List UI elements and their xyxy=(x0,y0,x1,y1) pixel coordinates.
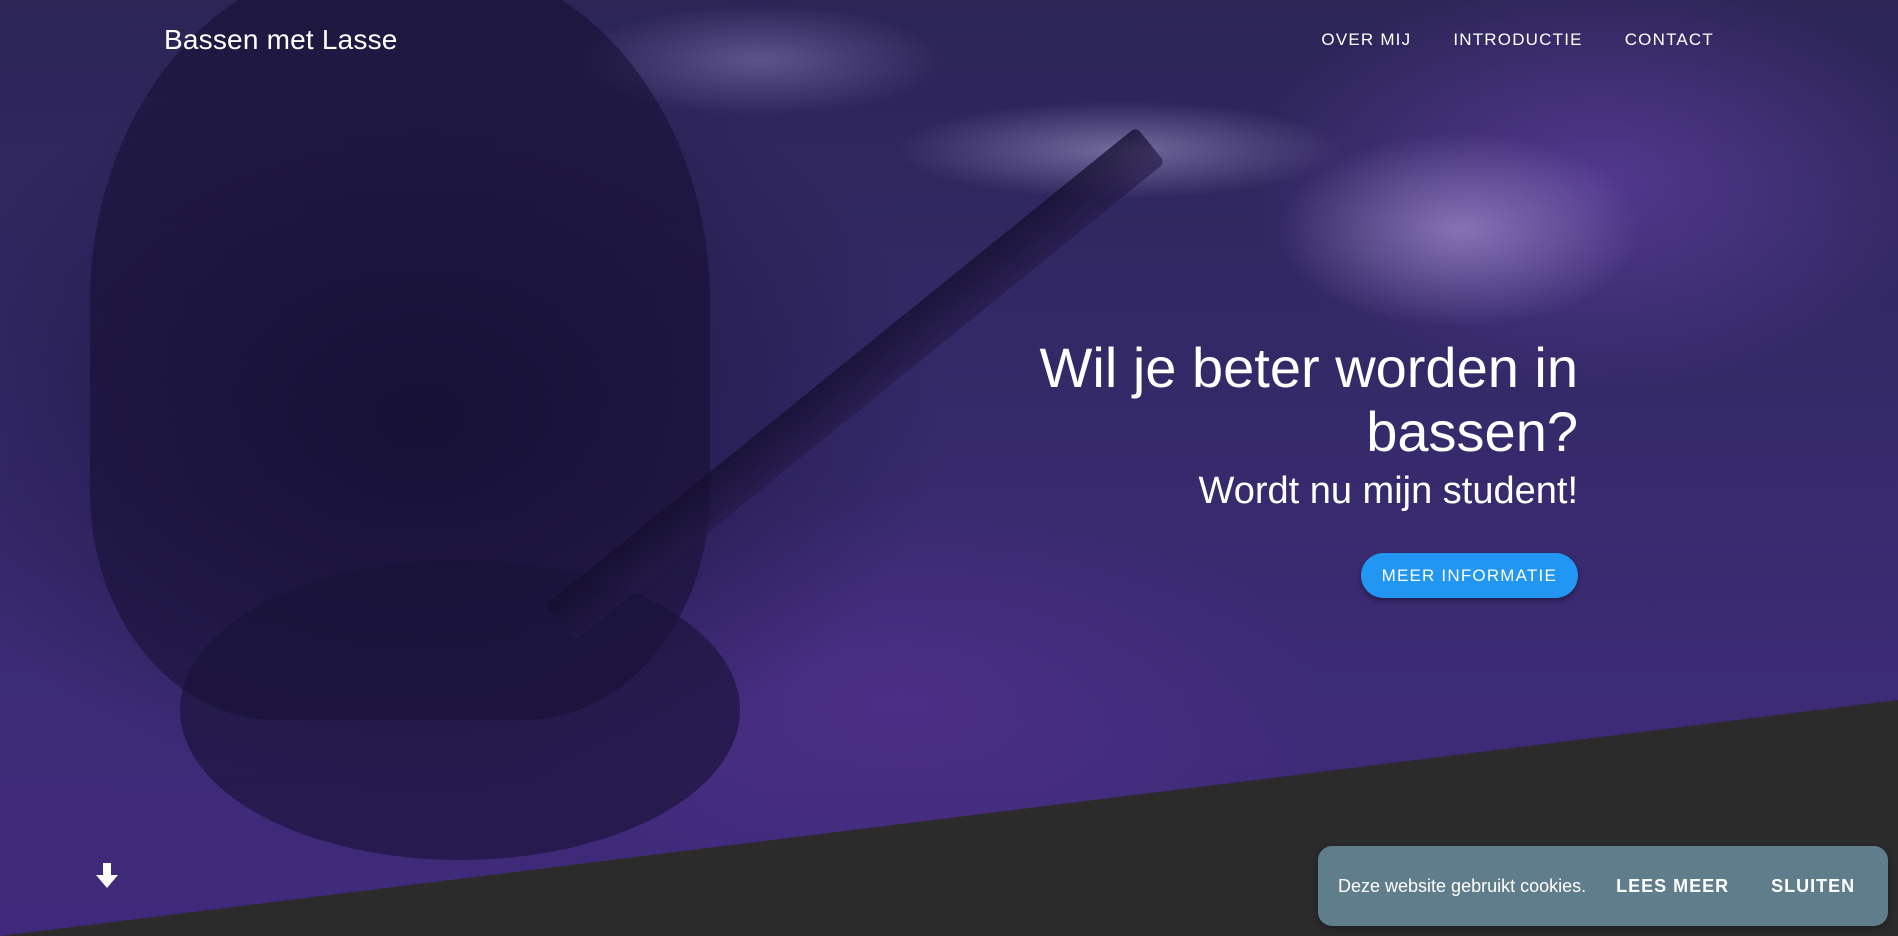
guitar-body-shape xyxy=(180,560,740,860)
meer-informatie-button[interactable]: MEER INFORMATIE xyxy=(1360,553,1578,598)
site-brand[interactable]: Bassen met Lasse xyxy=(164,24,398,56)
sluiten-button[interactable]: SLUITEN xyxy=(1771,876,1855,897)
nav-item-introductie[interactable]: INTRODUCTIE xyxy=(1453,30,1582,50)
arrow-down-icon[interactable] xyxy=(94,862,120,890)
nav-item-over-mij[interactable]: OVER MIJ xyxy=(1321,30,1411,50)
cookie-message: Deze website gebruikt cookies. xyxy=(1338,875,1587,896)
main-nav: OVER MIJ INTRODUCTIE CONTACT xyxy=(1321,30,1714,50)
cookie-banner: Deze website gebruikt cookies. LEES MEER… xyxy=(1318,846,1888,926)
hero-subline: Wordt nu mijn student! xyxy=(1198,470,1578,512)
nav-item-contact[interactable]: CONTACT xyxy=(1625,30,1714,50)
hero-text: Wil je beter worden in bassen? Wordt nu … xyxy=(878,336,1578,513)
lees-meer-button[interactable]: LEES MEER xyxy=(1616,876,1729,897)
hero-headline: Wil je beter worden in bassen? xyxy=(1039,336,1578,463)
